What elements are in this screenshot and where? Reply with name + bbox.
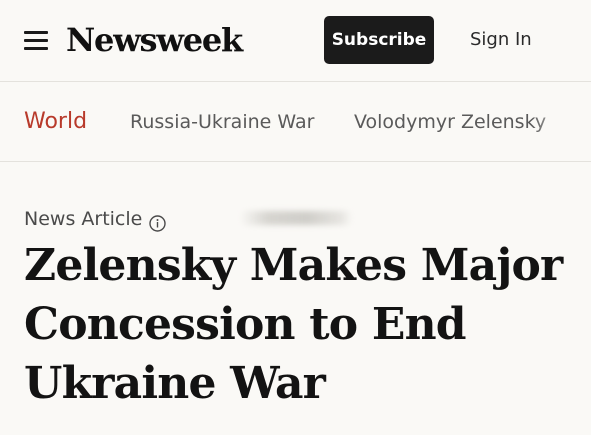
- site-logo[interactable]: Newsweek: [66, 18, 243, 62]
- article-type-label: News Article: [24, 204, 167, 234]
- menu-icon[interactable]: [24, 29, 48, 51]
- nav-item-russia-ukraine-war[interactable]: Russia-Ukraine War: [130, 82, 314, 161]
- article-type-text: News Article: [24, 208, 143, 230]
- section-nav: World Russia-Ukraine War Volodymyr Zelen…: [0, 82, 591, 162]
- nav-item-volodymyr-zelensky[interactable]: Volodymyr Zelensky: [354, 82, 546, 161]
- top-header: Newsweek Subscribe Sign In: [0, 0, 591, 82]
- info-icon[interactable]: [149, 211, 167, 232]
- redacted-text: [240, 211, 352, 225]
- article-headline: Zelensky Makes Major Concession to End U…: [24, 240, 563, 409]
- nav-item-world[interactable]: World: [24, 82, 87, 161]
- nav-fade-overlay: [531, 82, 591, 161]
- subscribe-button[interactable]: Subscribe: [324, 16, 434, 64]
- sign-in-link[interactable]: Sign In: [470, 16, 532, 64]
